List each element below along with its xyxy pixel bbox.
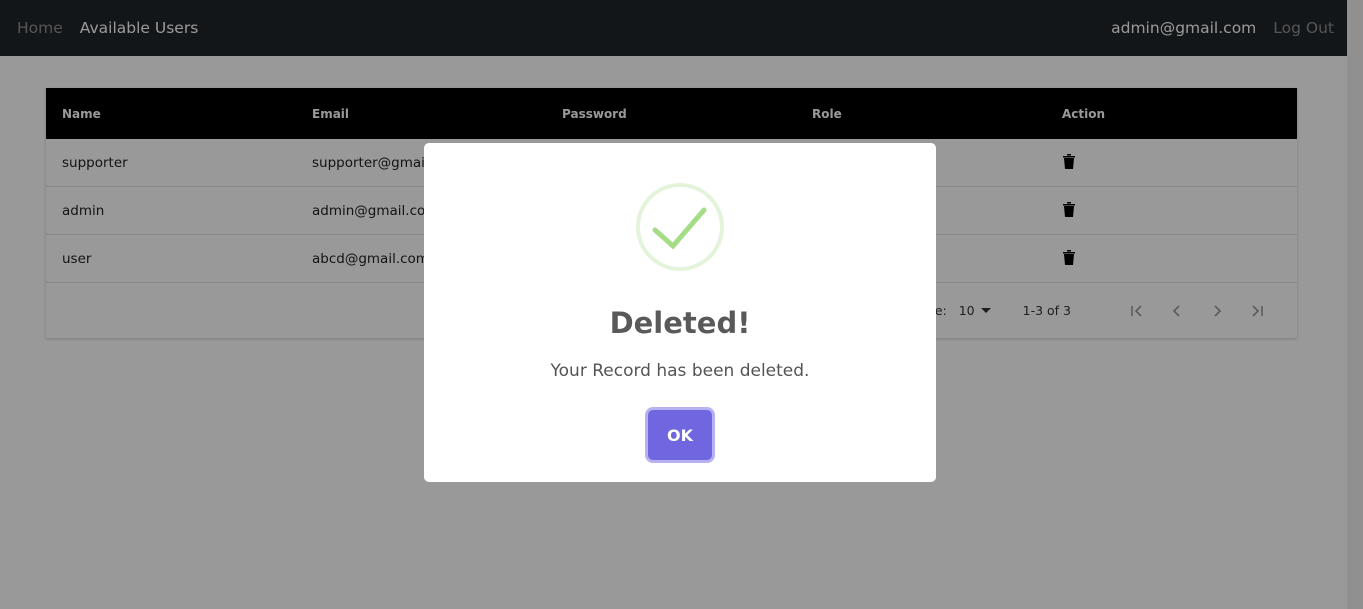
deleted-dialog: Deleted! Your Record has been deleted. O… <box>424 143 936 482</box>
check-icon <box>636 183 724 271</box>
dialog-title: Deleted! <box>609 306 751 340</box>
dialog-message: Your Record has been deleted. <box>550 361 810 381</box>
ok-button[interactable]: OK <box>648 410 712 460</box>
